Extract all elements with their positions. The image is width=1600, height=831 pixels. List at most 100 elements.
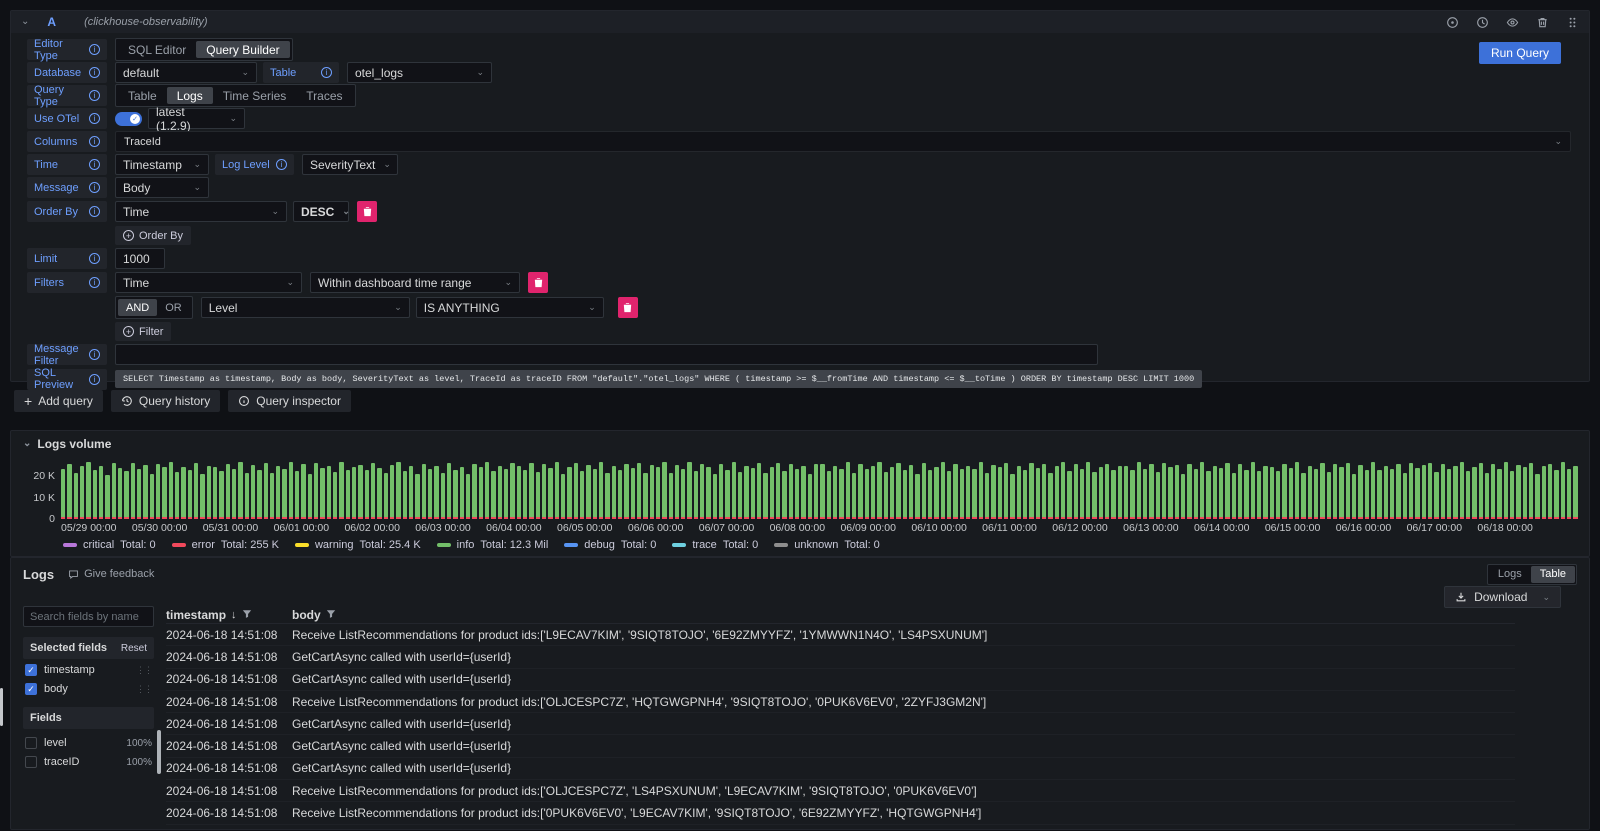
volume-bar[interactable] xyxy=(985,473,989,519)
volume-bar[interactable] xyxy=(1105,464,1109,519)
volume-bar[interactable] xyxy=(827,471,831,519)
volume-bar[interactable] xyxy=(1453,466,1457,519)
volume-bar[interactable] xyxy=(232,469,236,519)
volume-bar[interactable] xyxy=(453,470,457,519)
volume-bar[interactable] xyxy=(770,467,774,519)
volume-bar[interactable] xyxy=(61,469,65,519)
volume-bar[interactable] xyxy=(390,465,394,519)
volume-bar[interactable] xyxy=(365,470,369,519)
volume-bar[interactable] xyxy=(1004,463,1008,519)
volume-bar[interactable] xyxy=(498,466,502,519)
volume-bar[interactable] xyxy=(1384,466,1388,519)
give-feedback-link[interactable]: Give feedback xyxy=(68,568,154,580)
volume-bar[interactable] xyxy=(1479,463,1483,519)
legend-item-trace[interactable]: traceTotal: 0 xyxy=(672,539,758,551)
volume-bar[interactable] xyxy=(371,463,375,519)
volume-bar[interactable] xyxy=(1206,471,1210,519)
legend-item-unknown[interactable]: unknownTotal: 0 xyxy=(774,539,880,551)
volume-bar[interactable] xyxy=(1314,469,1318,519)
volume-bar[interactable] xyxy=(1301,473,1305,519)
volume-bar[interactable] xyxy=(839,469,843,519)
volume-bar[interactable] xyxy=(751,468,755,519)
info-icon[interactable]: i xyxy=(89,206,100,217)
info-icon[interactable]: i xyxy=(276,159,287,170)
volume-bar[interactable] xyxy=(776,463,780,519)
volume-bar[interactable] xyxy=(561,474,565,519)
volume-bar[interactable] xyxy=(941,462,945,519)
volume-bar[interactable] xyxy=(1194,469,1198,519)
volume-bar[interactable] xyxy=(1130,470,1134,519)
volume-bar[interactable] xyxy=(631,468,635,519)
field-checkbox[interactable]: ✓ xyxy=(25,683,37,695)
volume-bar[interactable] xyxy=(207,466,211,519)
volume-bar[interactable] xyxy=(1358,465,1362,519)
volume-bar[interactable] xyxy=(1124,466,1128,519)
volume-bar[interactable] xyxy=(1510,471,1514,519)
volume-bar[interactable] xyxy=(150,474,154,519)
volume-bar[interactable] xyxy=(460,467,464,519)
volume-bar[interactable] xyxy=(99,466,103,519)
volume-bar[interactable] xyxy=(1289,468,1293,519)
history-icon[interactable] xyxy=(1475,15,1489,29)
search-fields-input[interactable] xyxy=(23,606,154,627)
volume-bar[interactable] xyxy=(1118,466,1122,519)
volume-bar[interactable] xyxy=(441,473,445,519)
volume-bar[interactable] xyxy=(1352,474,1356,519)
volume-bar[interactable] xyxy=(466,474,470,519)
table-row[interactable]: 2024-06-18 14:51:08GetCartAsync called w… xyxy=(166,669,1515,691)
volume-bar[interactable] xyxy=(1472,467,1476,519)
volume-bar[interactable] xyxy=(1535,474,1539,519)
volume-bar[interactable] xyxy=(732,462,736,519)
timestamp-column-header[interactable]: timestamp ↓ xyxy=(166,608,288,622)
volume-bar[interactable] xyxy=(896,463,900,519)
level-filter-select[interactable]: Level⌄ xyxy=(201,297,410,318)
table-row[interactable]: 2024-06-18 14:51:08Receive ListRecommend… xyxy=(166,780,1515,802)
volume-bar[interactable] xyxy=(586,465,590,519)
table-row[interactable]: 2024-06-18 14:51:08Receive ListRecommend… xyxy=(166,624,1515,646)
volume-bar[interactable] xyxy=(118,468,122,519)
volume-bar[interactable] xyxy=(808,474,812,519)
volume-bar[interactable] xyxy=(447,463,451,519)
volume-bar[interactable] xyxy=(143,465,147,519)
log-level-select[interactable]: SeverityText⌄ xyxy=(302,154,398,175)
volume-bar[interactable] xyxy=(1010,474,1014,519)
volume-bar[interactable] xyxy=(485,462,489,519)
volume-bar[interactable] xyxy=(789,464,793,519)
volume-bar[interactable] xyxy=(1263,466,1267,519)
volume-bar[interactable] xyxy=(289,462,293,519)
volume-bar[interactable] xyxy=(580,471,584,519)
volume-bar[interactable] xyxy=(1466,471,1470,519)
volume-bar[interactable] xyxy=(1219,468,1223,519)
volume-bar[interactable] xyxy=(1295,462,1299,519)
info-icon[interactable]: i xyxy=(89,277,100,288)
volume-bar[interactable] xyxy=(637,463,641,519)
volume-bar[interactable] xyxy=(1080,469,1084,519)
volume-bar[interactable] xyxy=(156,464,160,519)
table-row[interactable]: 2024-06-18 14:51:08GetCartAsync called w… xyxy=(166,735,1515,757)
volume-bar[interactable] xyxy=(270,473,274,519)
volume-bar[interactable] xyxy=(593,469,597,519)
option-time-series[interactable]: Time Series xyxy=(213,87,297,104)
volume-bar[interactable] xyxy=(358,465,362,519)
volume-bar[interactable] xyxy=(491,471,495,519)
volume-bar[interactable] xyxy=(131,463,135,519)
info-icon[interactable]: i xyxy=(89,182,100,193)
duplicate-icon[interactable] xyxy=(1445,15,1459,29)
legend-item-error[interactable]: errorTotal: 255 K xyxy=(172,539,279,551)
volume-bar[interactable] xyxy=(1111,470,1115,519)
volume-bar[interactable] xyxy=(333,472,337,519)
page-scrollbar[interactable] xyxy=(0,688,3,726)
volume-bar[interactable] xyxy=(567,467,571,519)
info-icon[interactable]: i xyxy=(89,136,100,147)
download-button[interactable]: Download ⌄ xyxy=(1444,586,1561,608)
volume-bar[interactable] xyxy=(542,464,546,519)
level-operator-select[interactable]: IS ANYTHING⌄ xyxy=(416,297,604,318)
filter-operator-select[interactable]: Within dashboard time range⌄ xyxy=(310,272,520,293)
volume-bar[interactable] xyxy=(339,462,343,519)
volume-bar[interactable] xyxy=(282,469,286,519)
use-otel-toggle[interactable]: ✓ xyxy=(115,112,142,126)
volume-bar[interactable] xyxy=(1061,462,1065,519)
volume-bar[interactable] xyxy=(264,463,268,519)
volume-bar[interactable] xyxy=(1567,469,1571,519)
volume-bar[interactable] xyxy=(605,473,609,519)
